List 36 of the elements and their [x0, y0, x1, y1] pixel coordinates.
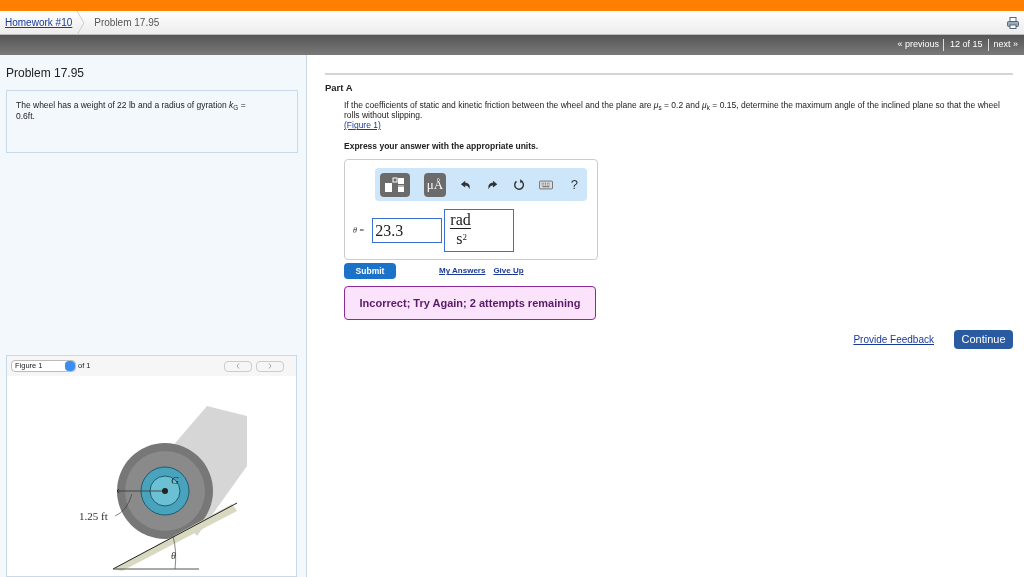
unit-field[interactable]: rad s$^{2}$ [444, 209, 515, 252]
answer-field[interactable]: 23.3 [372, 218, 443, 243]
help-button[interactable]: ? [566, 174, 582, 195]
feedback-message: Incorrect; Try Again; 2 attempts remaining [344, 286, 596, 320]
part-title: Part A [325, 81, 354, 95]
problem-statement: The wheel has a weight of 22 lb and a radius of gyration k$_{G}$ = 0.6ft. [16, 100, 247, 122]
provide-feedback-link[interactable]: Provide Feedback [853, 332, 934, 347]
breadcrumb-separator-icon [76, 10, 87, 35]
figure-link[interactable]: (Figure 1) [344, 120, 381, 131]
my-answers-link[interactable]: My Answers [439, 265, 486, 277]
instruction-text: Express your answer with the appropriate units. [344, 140, 540, 153]
reset-icon[interactable] [512, 177, 525, 192]
unit-numerator: rad [450, 212, 471, 229]
answer-label: θ = [353, 224, 365, 237]
chevron-left-icon [236, 363, 240, 369]
print-icon[interactable] [1007, 16, 1019, 29]
templates-button[interactable] [380, 172, 410, 197]
submit-button[interactable]: Submit [344, 263, 396, 279]
keyboard-icon[interactable] [538, 179, 553, 190]
question-text: If the coefficients of static and kinetic friction between the wheel and the plane are μ$_{s}$ = 0.2 and μ$_{k}$ = 0.15, determine the maximum angle of the inclined plane so that the wheel rolls without slipping. [344, 100, 1001, 121]
select-arrows-icon [65, 361, 75, 371]
continue-button[interactable]: Continue [954, 330, 1013, 349]
chevron-right-icon [268, 363, 272, 369]
fraction-template-icon [383, 176, 406, 193]
breadcrumb-current: Problem 17.95 [94, 16, 160, 30]
give-up-link[interactable]: Give Up [493, 265, 524, 277]
page-position: 12 of 15 [948, 38, 984, 52]
redo-icon[interactable] [486, 178, 499, 191]
breadcrumb-link[interactable]: Homework #10 [5, 15, 73, 30]
units-button[interactable]: μÅ [423, 172, 447, 197]
wheel-on-incline-drawing: 1.25 ft G θ [47, 376, 287, 576]
problem-title: Problem 17.95 [6, 65, 86, 82]
undo-icon[interactable] [460, 178, 473, 191]
next-link[interactable]: next » [989, 38, 1022, 52]
unit-denominator: s$^{2}$ [456, 231, 469, 247]
previous-link[interactable]: « previous [893, 38, 943, 52]
